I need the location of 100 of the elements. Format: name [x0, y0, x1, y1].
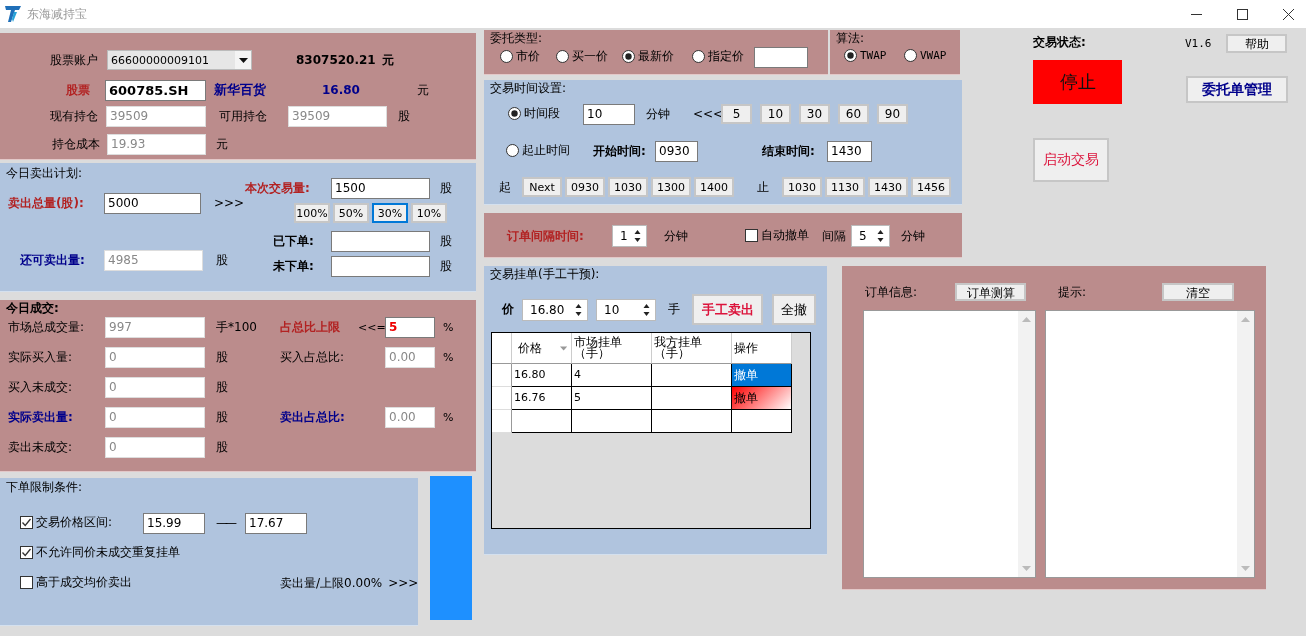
clear-button[interactable]: 清空	[1162, 283, 1234, 301]
trade-stat-unit: 手*100	[216, 318, 258, 336]
range-radio[interactable]: 起止时间	[506, 142, 570, 159]
order-type-radio[interactable]: 市价	[500, 48, 540, 65]
ratio-button[interactable]: 10%	[411, 203, 447, 223]
start-time-button[interactable]: 0930	[565, 177, 605, 197]
ratio-stat-field[interactable]: 5	[385, 316, 435, 338]
cancel-all-button[interactable]: 全撤	[772, 294, 816, 325]
minutes-preset-button[interactable]: 90	[877, 104, 908, 124]
sort-arrow-icon	[559, 345, 567, 351]
order-calc-button[interactable]: 订单测算	[955, 283, 1026, 301]
algorithm-radio[interactable]: VWAP	[904, 49, 947, 62]
radio-icon[interactable]	[622, 50, 635, 63]
spinner-arrows-icon[interactable]	[634, 229, 641, 243]
trade-stat-field[interactable]: 0	[105, 436, 205, 458]
radio-icon[interactable]	[844, 49, 857, 62]
order-type-radio[interactable]: 买一价	[556, 48, 608, 65]
trade-unit: 股	[440, 179, 452, 197]
start-time-button[interactable]: Next	[522, 177, 562, 197]
checkbox-icon[interactable]	[20, 576, 33, 589]
radio-icon[interactable]	[508, 107, 521, 120]
ratio-stat-field[interactable]: 0.00	[385, 346, 435, 368]
close-icon[interactable]	[1283, 8, 1294, 20]
start-time-button[interactable]: 1030	[608, 177, 648, 197]
row-header-cell	[492, 364, 512, 387]
minutes-preset-button[interactable]: 5	[721, 104, 752, 124]
price-high-field[interactable]: 17.67	[245, 512, 307, 534]
column-header[interactable]: 操作	[732, 333, 792, 364]
auto-cancel-checkbox[interactable]: 自动撤单	[745, 227, 809, 244]
end-time-button[interactable]: 1430	[868, 177, 908, 197]
ratio-button[interactable]: 50%	[333, 203, 369, 223]
gap-spinner[interactable]: 5	[851, 225, 890, 247]
maximize-icon[interactable]	[1237, 8, 1248, 20]
start-time-field[interactable]: 0930	[655, 140, 698, 162]
available-field[interactable]: 39509	[288, 105, 387, 127]
checkbox-icon[interactable]	[20, 546, 33, 559]
end-time-button[interactable]: 1456	[911, 177, 951, 197]
option-checkbox[interactable]: 不允许同价未成交重复挂单	[20, 544, 180, 561]
start-time-button[interactable]: 1400	[694, 177, 734, 197]
manual-sell-button[interactable]: 手工卖出	[692, 294, 763, 325]
trade-stat-unit: 股	[216, 408, 229, 426]
holding-field[interactable]: 39509	[106, 105, 206, 127]
minutes-preset-button[interactable]: 10	[760, 104, 791, 124]
option-checkbox[interactable]: 高于成交均价卖出	[20, 574, 132, 591]
column-header[interactable]: 价格	[512, 333, 572, 364]
order-type-radio[interactable]: 指定价	[692, 48, 744, 65]
trade-label: 本次交易量:	[245, 179, 311, 197]
period-field[interactable]: 10	[583, 103, 635, 125]
trade-stat-field[interactable]: 0	[105, 406, 205, 428]
remaining-field[interactable]: 4985	[104, 249, 203, 271]
trade-stat-field[interactable]: 997	[105, 316, 205, 338]
account-select[interactable]: 66600000009101	[107, 50, 252, 70]
order-type-radio[interactable]: 最新价	[622, 48, 674, 65]
price-range-checkbox[interactable]: 交易价格区间:	[20, 514, 113, 531]
stock-code-field[interactable]: 600785.SH	[105, 79, 206, 101]
minutes-preset-button[interactable]: 60	[838, 104, 869, 124]
ratio-button[interactable]: 30%	[372, 203, 408, 223]
placed-field[interactable]	[331, 230, 430, 252]
period-radio[interactable]: 时间段	[508, 105, 560, 122]
balance-unit: 元	[381, 51, 394, 69]
arrows-text: >>>	[214, 196, 245, 210]
cancel-order-cell[interactable]: 撤单	[732, 364, 792, 387]
radio-icon[interactable]	[556, 50, 569, 63]
order-management-button[interactable]: 委托单管理	[1186, 76, 1288, 103]
minutes-preset-button[interactable]: 30	[799, 104, 830, 124]
trade-stat-field[interactable]: 0	[105, 346, 205, 368]
radio-icon[interactable]	[904, 49, 917, 62]
total-field[interactable]: 5000	[104, 192, 201, 214]
spinner-arrows-icon[interactable]	[575, 302, 582, 317]
cancel-order-cell[interactable]: 撤单	[732, 387, 792, 410]
end-time-button[interactable]: 1130	[825, 177, 865, 197]
start-trading-button[interactable]: 启动交易	[1033, 138, 1109, 182]
price-low-field[interactable]: 15.99	[143, 512, 205, 534]
column-header[interactable]: 市场挂单（手）	[572, 333, 652, 364]
trade-stat-field[interactable]: 0	[105, 376, 205, 398]
ratio-button[interactable]: 100%	[294, 203, 330, 223]
cost-field[interactable]: 19.93	[107, 133, 206, 155]
limit-price-field[interactable]	[754, 46, 808, 68]
trade-stat-label: 买入未成交:	[8, 378, 74, 396]
ratio-stat-label: 占总比上限	[280, 318, 341, 336]
ratio-stat-field[interactable]: 0.00	[385, 406, 435, 428]
start-time-button[interactable]: 1300	[651, 177, 691, 197]
help-button[interactable]: 帮助	[1226, 34, 1287, 53]
checkbox-icon[interactable]	[745, 229, 758, 242]
lots-spinner[interactable]: 10	[596, 298, 656, 321]
end-time-button[interactable]: 1030	[782, 177, 822, 197]
algorithm-radio[interactable]: TWAP	[844, 49, 887, 62]
radio-icon[interactable]	[500, 50, 513, 63]
trade-field[interactable]: 1500	[331, 177, 430, 199]
interval-spinner[interactable]: 1	[612, 225, 647, 247]
spinner-arrows-icon[interactable]	[643, 302, 650, 317]
spinner-arrows-icon[interactable]	[877, 229, 884, 243]
section-title: 今日卖出计划:	[5, 165, 84, 181]
checkbox-icon[interactable]	[20, 516, 33, 529]
column-header[interactable]: 我方挂单（手）	[652, 333, 732, 364]
end-time-field[interactable]: 1430	[827, 140, 872, 162]
radio-icon[interactable]	[506, 144, 519, 157]
price-spinner[interactable]: 16.80	[522, 298, 588, 321]
radio-icon[interactable]	[692, 50, 705, 63]
unplaced-field[interactable]	[331, 255, 430, 277]
